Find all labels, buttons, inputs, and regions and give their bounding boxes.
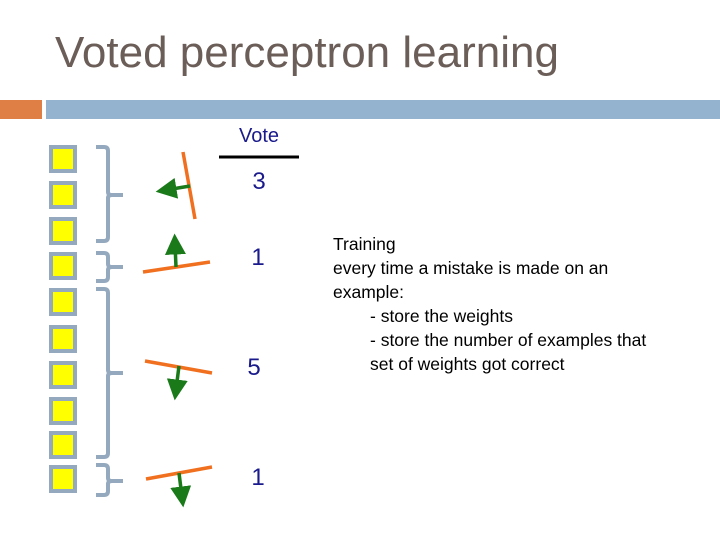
training-bullet: - store the number of examples that [370, 330, 647, 350]
example-square [49, 397, 77, 425]
example-square [49, 145, 77, 173]
example-square [49, 252, 77, 280]
example-square [49, 217, 77, 245]
normal-arrow-icon [166, 365, 188, 401]
group-brackets [96, 145, 123, 497]
example-square [49, 361, 77, 389]
training-heading: Training [333, 234, 396, 254]
training-line: example: [333, 282, 405, 302]
training-bullet: - store the weights [370, 306, 513, 326]
normal-arrow-icon [170, 472, 192, 508]
vote-count: 1 [251, 244, 264, 271]
training-description: Training every time a mistake is made on… [333, 232, 646, 376]
training-bullet-continued: set of weights got correct [370, 354, 565, 374]
training-examples [49, 145, 77, 493]
group-bracket [96, 287, 123, 459]
example-square [49, 431, 77, 459]
example-square [49, 325, 77, 353]
vote-counts: 3 1 5 1 [247, 168, 265, 491]
group-bracket [96, 145, 123, 243]
group-bracket [96, 463, 123, 497]
vote-count: 1 [251, 464, 264, 491]
example-square [49, 288, 77, 316]
normal-arrow-icon [164, 233, 186, 268]
group-bracket [96, 251, 123, 283]
training-line: every time a mistake is made on an [333, 258, 609, 278]
hyperplanes [142, 151, 213, 508]
example-square [49, 465, 77, 493]
vote-count: 3 [252, 168, 265, 195]
vote-header: Vote [239, 125, 279, 147]
vote-count: 5 [247, 354, 260, 381]
example-square [49, 181, 77, 209]
normal-arrow-icon [155, 177, 191, 199]
